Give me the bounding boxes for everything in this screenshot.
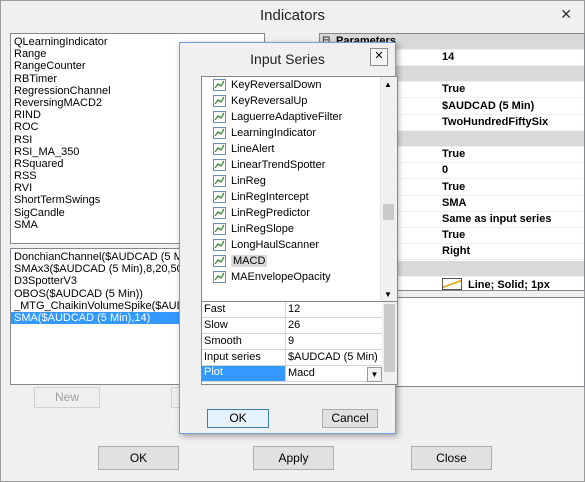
plot-style-label: Line; Solid; 1px [468, 278, 550, 291]
indicator-chart-icon [213, 95, 226, 107]
applied-indicator-item[interactable]: _MTG_ChaikinVolumeSpike($AUDC [11, 300, 186, 312]
tree-item-label: LongHaulScanner [231, 239, 320, 251]
indicator-chart-icon [213, 127, 226, 139]
tree-item[interactable]: LearningIndicator [213, 125, 317, 141]
tree-item[interactable]: KeyReversalUp [213, 93, 308, 109]
close-button[interactable]: Close [411, 446, 492, 470]
tree-item[interactable]: LinearTrendSpotter [213, 157, 326, 173]
tree-item[interactable]: LinReg [213, 173, 266, 189]
series-property-row[interactable]: Fast 12 [202, 302, 383, 318]
series-property-row[interactable]: Smooth 9 [202, 334, 383, 350]
tree-item-label: LaguerreAdaptiveFilter [231, 111, 343, 123]
parameter-value[interactable]: TwoHundredFiftySix [442, 116, 548, 128]
indicator-chart-icon [213, 143, 226, 155]
series-property-label: Fast [204, 303, 226, 315]
dialog-cancel-button[interactable]: Cancel [322, 409, 378, 428]
parameter-value[interactable]: Same as input series [442, 213, 551, 225]
tree-item[interactable]: LineAlert [213, 141, 275, 157]
tree-item-label: LineAlert [231, 143, 275, 155]
parameter-value[interactable]: Line; Solid; 1px [442, 277, 550, 291]
indicator-chart-icon [213, 79, 226, 91]
indicator-chart-icon [213, 271, 226, 283]
tree-item[interactable]: LongHaulScanner [213, 237, 320, 253]
tree-item[interactable]: KeyReversalDown [213, 77, 322, 93]
tree-item-label: LinReg [231, 175, 266, 187]
title-bar: Indicators ✕ [1, 1, 584, 32]
parameter-value[interactable]: $AUDCAD (5 Min) [442, 100, 534, 112]
input-series-dialog: Input Series ✕ KeyReversalDown KeyReversa… [179, 42, 398, 434]
indicator-chart-icon [213, 207, 226, 219]
indicator-chart-icon [213, 159, 226, 171]
dialog-title: Input Series [250, 51, 325, 67]
scroll-up-icon[interactable]: ▲ [384, 80, 392, 89]
applied-indicator-item[interactable]: SMAx3($AUDCAD (5 Min),8,20,50) [11, 263, 186, 275]
grid-scrollbar[interactable] [382, 302, 397, 384]
series-property-label: Smooth [204, 335, 242, 347]
parameter-value[interactable]: True [442, 229, 465, 241]
series-property-label: Input series [204, 351, 261, 363]
plot-style-swatch-icon [442, 277, 462, 290]
parameter-value[interactable]: True [442, 148, 465, 160]
dialog-close-icon[interactable]: ✕ [370, 48, 388, 66]
applied-indicator-item[interactable]: DonchianChannel($AUDCAD (5 Mi [11, 251, 186, 263]
apply-button[interactable]: Apply [253, 446, 334, 470]
chevron-down-icon[interactable]: ▼ [367, 367, 382, 382]
dialog-ok-button[interactable]: OK [207, 409, 269, 428]
series-property-label: Slow [204, 319, 228, 331]
ok-button[interactable]: OK [98, 446, 179, 470]
tree-item[interactable]: LaguerreAdaptiveFilter [213, 109, 343, 125]
series-properties-grid[interactable]: Fast 12 Slow 26 Smooth 9 Input series $AUDCAD (… [201, 301, 398, 385]
series-property-row[interactable]: Input series $AUDCAD (5 Min) [202, 350, 383, 366]
applied-indicator-list[interactable]: DonchianChannel($AUDCAD (5 Mi SMAx3($AUDC… [10, 248, 187, 385]
series-property-value[interactable]: 9 [288, 335, 294, 347]
tree-item-label: LearningIndicator [231, 127, 317, 139]
indicator-chart-icon [213, 111, 226, 123]
plot-select[interactable]: Macd [288, 367, 315, 379]
scroll-down-icon[interactable]: ▼ [384, 290, 392, 299]
indicator-chart-icon [213, 223, 226, 235]
applied-indicator-item[interactable]: D3SpotterV3 [11, 275, 186, 287]
tree-item[interactable]: LinRegIntercept [213, 189, 309, 205]
new-button[interactable]: New [34, 387, 100, 408]
tree-item-label: LinRegIntercept [231, 191, 309, 203]
series-property-value[interactable]: $AUDCAD (5 Min) [288, 351, 378, 363]
applied-indicator-item[interactable]: OBOS($AUDCAD (5 Min)) [11, 288, 186, 300]
parameter-value[interactable]: 0 [442, 164, 448, 176]
series-property-row[interactable]: Slow 26 [202, 318, 383, 334]
scroll-thumb[interactable] [383, 204, 394, 220]
tree-item[interactable]: LinRegPredictor [213, 205, 310, 221]
indicator-chart-icon [213, 239, 226, 251]
parameter-value[interactable]: SMA [442, 197, 466, 209]
tree-item-label: LinearTrendSpotter [231, 159, 326, 171]
series-property-value[interactable]: 12 [288, 303, 300, 315]
applied-indicator-item[interactable]: SMA($AUDCAD (5 Min),14) [11, 311, 186, 325]
tree-item[interactable]: LinRegSlope [213, 221, 294, 237]
parameter-value[interactable]: 14 [442, 51, 454, 63]
indicator-chart-icon [213, 175, 226, 187]
tree-item[interactable]: MAEnvelopeOpacity [213, 269, 331, 285]
parameter-value[interactable]: True [442, 181, 465, 193]
indicator-chart-icon [213, 255, 226, 267]
parameter-value[interactable]: Right [442, 245, 470, 257]
tree-item-label: MACD [231, 255, 268, 267]
close-icon[interactable]: ✕ [560, 6, 572, 23]
tree-item-label: MAEnvelopeOpacity [231, 271, 331, 283]
series-property-label: Plot [202, 366, 285, 381]
tree-item-label: LinRegPredictor [231, 207, 310, 219]
tree-item[interactable]: MACD [213, 253, 268, 269]
series-property-value[interactable]: 26 [288, 319, 300, 331]
tree-item-label: LinRegSlope [231, 223, 294, 235]
parameter-value[interactable]: True [442, 83, 465, 95]
series-property-row[interactable]: Plot Macd ▼ [202, 366, 383, 382]
indicator-chart-icon [213, 191, 226, 203]
tree-item-label: KeyReversalDown [231, 79, 322, 91]
window-title: Indicators [259, 7, 326, 24]
tree-item-label: KeyReversalUp [231, 95, 308, 107]
